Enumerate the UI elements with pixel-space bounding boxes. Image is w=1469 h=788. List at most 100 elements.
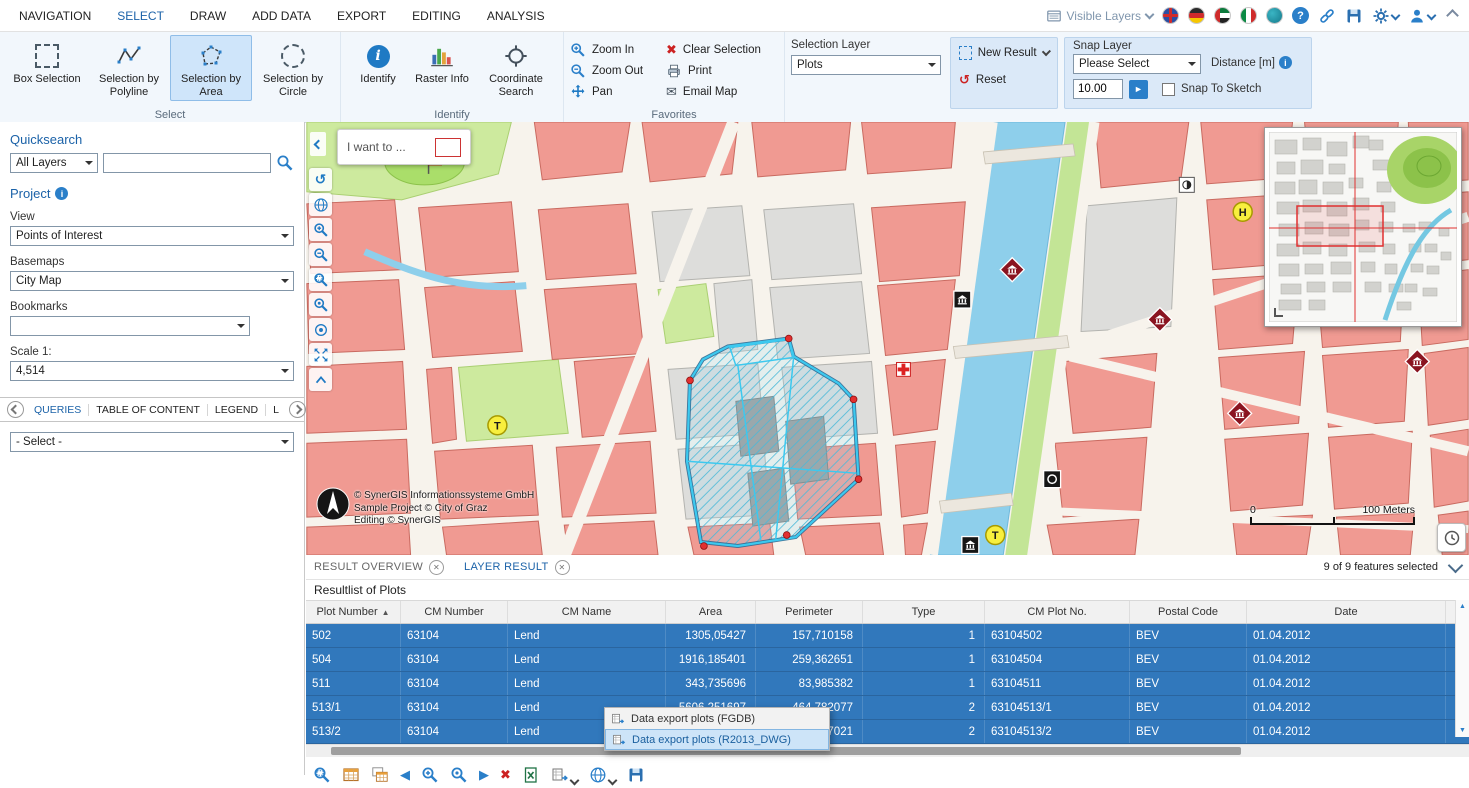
- export-dwg-item[interactable]: Data export plots (R2013_DWG): [605, 729, 829, 750]
- table-row[interactable]: 513/163104 Lend5606,251697 464,7820772 6…: [306, 696, 1469, 720]
- tab-layer-cut[interactable]: L: [266, 404, 286, 416]
- view-select[interactable]: Points of Interest: [10, 226, 294, 246]
- zoom-window-button[interactable]: [309, 268, 332, 291]
- globe-teal-icon[interactable]: [1266, 7, 1283, 24]
- new-result-button[interactable]: New Result: [959, 42, 1049, 63]
- bookmarks-select[interactable]: [10, 316, 250, 336]
- tab-table-of-content[interactable]: TABLE OF CONTENT: [89, 404, 208, 416]
- tabs-scroll-right-button[interactable]: [289, 401, 306, 418]
- tab-legend[interactable]: LEGEND: [208, 404, 266, 416]
- snap-layer-select[interactable]: Please Select: [1073, 54, 1201, 74]
- zoom-last-button[interactable]: [309, 293, 332, 316]
- table-row[interactable]: 51163104 Lend343,735696 83,9853821 63104…: [306, 672, 1469, 696]
- menu-select[interactable]: SELECT: [104, 9, 177, 23]
- table-row[interactable]: 513/263104 Lend 94,1270212 63104513/2BEV…: [306, 720, 1469, 744]
- flag-uae-icon[interactable]: [1214, 7, 1231, 24]
- map-zoom-out-button[interactable]: [309, 243, 332, 266]
- identify-button[interactable]: i Identify: [347, 35, 409, 101]
- zoom-in-button[interactable]: Zoom In: [570, 39, 666, 60]
- settings-menu[interactable]: [1372, 7, 1399, 25]
- column-header[interactable]: CM Name: [508, 601, 666, 623]
- column-header[interactable]: CM Plot No.: [985, 601, 1130, 623]
- museum-square-icon[interactable]: [962, 537, 979, 554]
- link-icon[interactable]: [1318, 7, 1336, 25]
- selection-by-polyline-button[interactable]: Selection by Polyline: [88, 35, 170, 101]
- menu-add-data[interactable]: ADD DATA: [239, 9, 324, 23]
- horizontal-scrollbar[interactable]: [306, 744, 1469, 757]
- info-icon[interactable]: i: [1279, 56, 1292, 69]
- selection-by-circle-button[interactable]: Selection by Circle: [252, 35, 334, 101]
- selection-by-area-button[interactable]: Selection by Area: [170, 35, 252, 101]
- basemaps-select[interactable]: City Map: [10, 271, 294, 291]
- table-row[interactable]: 50263104 Lend1305,05427 157,7101581 6310…: [306, 624, 1469, 648]
- coordinate-search-button[interactable]: Coordinate Search: [475, 35, 557, 101]
- table-row[interactable]: 50463104 Lend1916,185401 259,3626511 631…: [306, 648, 1469, 672]
- vertical-scrollbar[interactable]: ▲ ▼: [1455, 600, 1469, 737]
- visible-layers-dropdown[interactable]: Visible Layers: [1046, 8, 1153, 24]
- project-link[interactable]: Project i: [10, 186, 68, 201]
- refresh-button[interactable]: ↺: [309, 168, 332, 191]
- menu-draw[interactable]: DRAW: [177, 9, 239, 23]
- tabs-scroll-left-button[interactable]: [7, 401, 24, 418]
- export-fgdb-item[interactable]: Data export plots (FGDB): [605, 708, 829, 729]
- ferry-square-icon[interactable]: [1044, 471, 1061, 488]
- globe-button[interactable]: [309, 193, 332, 216]
- tab-layer-result[interactable]: LAYER RESULT ✕: [464, 560, 570, 575]
- hospital-cross-icon[interactable]: [897, 362, 911, 376]
- scroll-down-icon[interactable]: ▼: [1459, 727, 1466, 734]
- column-header[interactable]: CM Number: [401, 601, 508, 623]
- column-header[interactable]: Type: [863, 601, 985, 623]
- tram-stop-icon[interactable]: T: [488, 416, 507, 435]
- search-input[interactable]: [103, 153, 271, 173]
- project-info-icon[interactable]: i: [55, 187, 68, 200]
- help-icon[interactable]: ?: [1292, 7, 1309, 24]
- close-tab-icon[interactable]: ✕: [429, 560, 444, 575]
- scroll-up-icon[interactable]: ▲: [1459, 603, 1466, 610]
- reset-button[interactable]: ↺ Reset: [959, 69, 1049, 90]
- theatre-square-icon[interactable]: [1179, 177, 1194, 192]
- overview-map[interactable]: [1264, 127, 1462, 327]
- search-layer-select[interactable]: All Layers: [10, 153, 98, 173]
- i-want-to-widget[interactable]: I want to ...: [337, 129, 471, 165]
- collapse-sidebar-button[interactable]: [310, 132, 326, 156]
- query-select[interactable]: - Select -: [10, 432, 294, 452]
- save-icon[interactable]: [1345, 7, 1363, 25]
- full-extent-button[interactable]: [309, 343, 332, 366]
- tab-queries[interactable]: QUERIES: [27, 404, 89, 416]
- map-zoom-in-button[interactable]: [309, 218, 332, 241]
- user-menu[interactable]: [1408, 7, 1435, 25]
- raster-info-button[interactable]: Raster Info: [409, 35, 475, 101]
- tram-stop-icon[interactable]: T: [986, 526, 1005, 545]
- collapse-results-icon[interactable]: [1448, 557, 1464, 573]
- museum-square-icon[interactable]: [954, 291, 971, 308]
- close-tab-icon[interactable]: ✕: [555, 560, 570, 575]
- snap-to-sketch-checkbox[interactable]: [1162, 83, 1175, 96]
- search-icon[interactable]: [276, 154, 294, 172]
- print-button[interactable]: Print: [666, 60, 778, 81]
- map-viewport[interactable]: .bp{fill:#f09a92;stroke:#c96a60;stroke-w…: [306, 122, 1469, 555]
- zoom-out-button[interactable]: Zoom Out: [570, 60, 666, 81]
- column-header[interactable]: Postal Code: [1130, 601, 1247, 623]
- distance-input[interactable]: [1073, 79, 1123, 99]
- quicksearch-title[interactable]: Quicksearch: [10, 132, 82, 147]
- flag-germany-icon[interactable]: [1188, 7, 1205, 24]
- overview-extent-rect[interactable]: [1297, 206, 1383, 246]
- box-selection-button[interactable]: Box Selection: [6, 35, 88, 101]
- menu-editing[interactable]: EDITING: [399, 9, 474, 23]
- menu-export[interactable]: EXPORT: [324, 9, 399, 23]
- pan-button[interactable]: Pan: [570, 81, 666, 102]
- flag-italy-icon[interactable]: [1240, 7, 1257, 24]
- collapse-ribbon-icon[interactable]: [1446, 9, 1459, 22]
- hotel-icon[interactable]: H: [1233, 202, 1252, 221]
- column-header[interactable]: Plot Number▲: [306, 601, 401, 623]
- collapse-tools-button[interactable]: [309, 368, 332, 391]
- email-map-button[interactable]: ✉ Email Map: [666, 81, 778, 102]
- scale-select[interactable]: 4,514: [10, 361, 294, 381]
- flag-uk-icon[interactable]: [1162, 7, 1179, 24]
- menu-navigation[interactable]: NAVIGATION: [6, 9, 104, 23]
- apply-distance-button[interactable]: ►: [1129, 80, 1148, 99]
- column-header[interactable]: Area: [666, 601, 756, 623]
- selection-layer-select[interactable]: Plots: [791, 55, 941, 75]
- column-header[interactable]: Date: [1247, 601, 1446, 623]
- clear-selection-button[interactable]: ✖ Clear Selection: [666, 39, 778, 60]
